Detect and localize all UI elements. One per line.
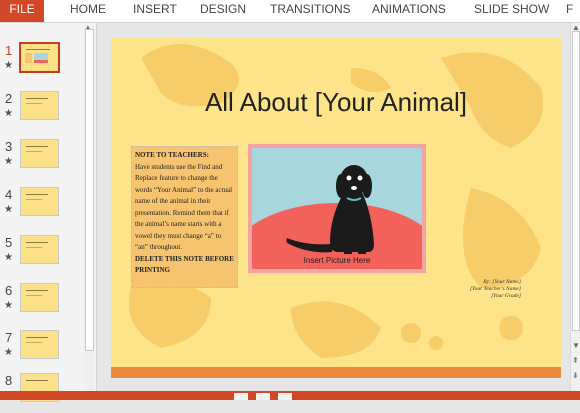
note-footer: DELETE THIS NOTE BEFORE PRINTING bbox=[135, 254, 234, 275]
tab-transitions[interactable]: TRANSITIONS bbox=[270, 0, 351, 22]
thumbnail-image[interactable] bbox=[19, 42, 60, 73]
star-icon: ★ bbox=[4, 156, 13, 167]
thumbnail-image[interactable] bbox=[20, 187, 59, 216]
thumbnail-slide-3[interactable]: 3 ★ bbox=[0, 139, 90, 179]
scroll-thumb[interactable] bbox=[572, 31, 580, 331]
thumbnail-number: 5 bbox=[5, 235, 13, 250]
note-heading: NOTE TO TEACHERS: bbox=[135, 151, 209, 159]
view-normal-icon[interactable] bbox=[234, 393, 248, 400]
thumbnail-image[interactable] bbox=[20, 330, 59, 359]
tab-slide-show[interactable]: SLIDE SHOW bbox=[474, 0, 549, 22]
dog-icon bbox=[286, 165, 374, 254]
tab-file[interactable]: FILE bbox=[0, 0, 44, 22]
slide-title[interactable]: All About [Your Animal] bbox=[111, 87, 561, 118]
tab-design[interactable]: DESIGN bbox=[200, 0, 246, 22]
picture-placeholder[interactable]: Insert Picture Here bbox=[248, 144, 426, 273]
byline-teacher: [Your Teacher’s Name] bbox=[469, 286, 521, 292]
thumbnail-number: 6 bbox=[5, 283, 13, 298]
view-sorter-icon[interactable] bbox=[256, 393, 270, 400]
tab-home[interactable]: HOME bbox=[70, 0, 106, 22]
byline-grade: [Your Grade] bbox=[491, 293, 521, 299]
thumbnail-image[interactable] bbox=[20, 283, 59, 312]
thumbnail-slide-2[interactable]: 2 ★ bbox=[0, 91, 90, 131]
teacher-note-textbox[interactable]: NOTE TO TEACHERS: Have students use the … bbox=[131, 146, 238, 288]
thumbnail-number: 3 bbox=[5, 139, 13, 154]
picture-background bbox=[252, 148, 422, 269]
note-body: Have students use the Find and Replace f… bbox=[135, 162, 233, 252]
author-byline[interactable]: By: [Your Name] [Your Teacher’s Name] [Y… bbox=[401, 279, 521, 300]
insert-picture-label: Insert Picture Here bbox=[303, 256, 371, 265]
star-icon: ★ bbox=[4, 108, 13, 119]
editor-scrollbar[interactable]: ▲ ▼ ⇞ ⇟ bbox=[570, 23, 580, 391]
thumbnail-number: 2 bbox=[5, 91, 13, 106]
scroll-thumb[interactable] bbox=[85, 29, 94, 351]
thumbnail-number: 4 bbox=[5, 187, 13, 202]
view-reading-icon[interactable] bbox=[278, 393, 292, 400]
star-icon: ★ bbox=[4, 60, 13, 71]
star-icon: ★ bbox=[4, 204, 13, 215]
tab-insert[interactable]: INSERT bbox=[133, 0, 177, 22]
next-slide-icon[interactable]: ⇟ bbox=[572, 371, 579, 380]
star-icon: ★ bbox=[4, 300, 13, 311]
thumbnail-image[interactable] bbox=[20, 139, 59, 168]
byline-name: By: [Your Name] bbox=[483, 279, 521, 285]
slide-bottom-band bbox=[111, 367, 561, 378]
thumbnail-number: 1 bbox=[5, 43, 13, 58]
slide-editing-area: All About [Your Animal] NOTE TO TEACHERS… bbox=[97, 23, 569, 391]
thumbnail-number: 7 bbox=[5, 330, 13, 345]
thumbnail-slide-4[interactable]: 4 ★ bbox=[0, 187, 90, 227]
thumbnail-image[interactable] bbox=[20, 91, 59, 120]
thumbnail-slide-5[interactable]: 5 ★ bbox=[0, 235, 90, 275]
star-icon: ★ bbox=[4, 252, 13, 263]
thumbnail-slide-7[interactable]: 7 ★ bbox=[0, 330, 90, 370]
status-bar bbox=[0, 391, 580, 400]
thumbnail-image[interactable] bbox=[20, 235, 59, 264]
thumbnail-number: 8 bbox=[5, 373, 13, 388]
tab-animations[interactable]: ANIMATIONS bbox=[372, 0, 446, 22]
tab-more[interactable]: F bbox=[566, 0, 573, 22]
current-slide[interactable]: All About [Your Animal] NOTE TO TEACHERS… bbox=[111, 38, 561, 378]
previous-slide-icon[interactable]: ⇞ bbox=[572, 356, 579, 365]
star-icon: ★ bbox=[4, 347, 13, 358]
thumbnail-slide-1[interactable]: 1 ★ bbox=[0, 42, 90, 83]
scroll-down-icon[interactable]: ▼ bbox=[572, 341, 580, 350]
ribbon-tabs: FILE HOME INSERT DESIGN TRANSITIONS ANIM… bbox=[0, 0, 580, 23]
thumbnail-slide-6[interactable]: 6 ★ bbox=[0, 283, 90, 323]
thumbnails-scrollbar[interactable]: ▲ bbox=[83, 23, 94, 391]
